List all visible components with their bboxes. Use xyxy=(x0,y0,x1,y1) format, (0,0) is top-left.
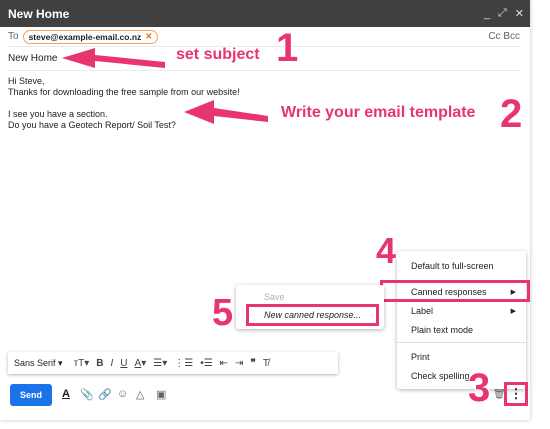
fullscreen-icon[interactable]: ⤢ xyxy=(498,7,507,20)
send-button[interactable]: Send xyxy=(10,384,52,406)
close-icon[interactable]: ✕ xyxy=(515,7,524,20)
annotation-step-4: 4 xyxy=(376,230,397,271)
photo-icon[interactable]: ▣ xyxy=(156,388,166,401)
new-canned-response-highlight xyxy=(246,304,379,326)
menu-item-plain-text[interactable]: Plain text mode xyxy=(397,321,526,339)
window-controls: _ ⤢ ✕ xyxy=(484,0,524,27)
more-options-button[interactable]: ⋮ xyxy=(504,382,528,406)
gmail-compose-tutorial: New Home _ ⤢ ✕ To steve@example-email.co… xyxy=(0,0,550,429)
menu-item-label-text: Label xyxy=(411,306,434,316)
annotation-step-3: 3 xyxy=(468,366,491,410)
font-name: Sans Serif xyxy=(14,357,56,368)
submenu-arrow-icon: ▶ xyxy=(510,308,516,315)
remove-formatting-icon[interactable]: T̸ xyxy=(263,358,269,369)
quote-icon[interactable]: ❞ xyxy=(250,358,255,369)
indent-more-icon[interactable]: ⇥ xyxy=(235,358,243,369)
emoji-icon[interactable]: ☺ xyxy=(117,388,128,400)
bulleted-list-icon[interactable]: •☰ xyxy=(200,358,212,369)
to-field[interactable]: To steve@example-email.co.nz ✕ Cc Bcc xyxy=(8,27,520,47)
italic-icon[interactable]: I xyxy=(111,358,114,369)
compose-title: New Home xyxy=(8,6,70,21)
font-select[interactable]: Sans Serif ▾ xyxy=(14,358,63,369)
recipient-email: steve@example-email.co.nz xyxy=(28,31,142,42)
link-icon[interactable]: 🔗 xyxy=(98,388,112,401)
align-icon[interactable]: ☰▾ xyxy=(153,358,167,369)
drive-icon[interactable]: △ xyxy=(136,388,144,401)
body-line xyxy=(8,98,240,109)
text-size-icon[interactable]: ᴛT▾ xyxy=(74,358,90,369)
indent-less-icon[interactable]: ⇤ xyxy=(220,358,228,369)
to-label: To xyxy=(8,31,19,42)
formatting-options-icon[interactable]: A xyxy=(62,388,70,400)
annotation-step-1: 1 xyxy=(276,26,299,70)
minimize-icon[interactable]: _ xyxy=(484,8,490,20)
body-line: I see you have a section. xyxy=(8,109,108,119)
menu-item-label[interactable]: Label ▶ xyxy=(397,302,526,320)
underline-icon[interactable]: U xyxy=(120,358,127,369)
annotation-set-subject: set subject xyxy=(176,46,260,63)
compose-titlebar: New Home _ ⤢ ✕ xyxy=(0,0,530,27)
menu-item-fullscreen[interactable]: Default to full-screen xyxy=(397,257,526,275)
subject-value: New Home xyxy=(8,53,58,64)
canned-responses-highlight xyxy=(380,280,530,302)
subject-field[interactable]: New Home xyxy=(8,47,520,71)
more-options-menu: Default to full-screen Canned responses … xyxy=(397,251,526,389)
body-line: Do you have a Geotech Report/ Soil Test? xyxy=(8,120,176,130)
body-line: Thanks for downloading the free sample f… xyxy=(8,87,240,97)
cc-bcc-link[interactable]: Cc Bcc xyxy=(488,31,520,42)
annotation-write-template: Write your email template xyxy=(281,104,476,121)
formatting-toolbar: Sans Serif ▾ ᴛT▾ B I U A▾ ☰▾ ⋮☰ •☰ ⇤ ⇥ ❞… xyxy=(8,352,338,374)
menu-divider xyxy=(397,342,526,343)
attach-icon[interactable]: 📎 xyxy=(80,388,94,401)
body-line: Hi Steve, xyxy=(8,76,45,86)
annotation-step-5: 5 xyxy=(212,292,234,334)
remove-recipient-icon[interactable]: ✕ xyxy=(145,31,152,42)
bold-icon[interactable]: B xyxy=(96,358,103,369)
numbered-list-icon[interactable]: ⋮☰ xyxy=(174,358,193,369)
menu-item-print[interactable]: Print xyxy=(397,348,526,366)
text-color-icon[interactable]: A▾ xyxy=(135,358,147,369)
annotation-step-2: 2 xyxy=(500,92,523,136)
recipient-chip[interactable]: steve@example-email.co.nz ✕ xyxy=(22,29,159,44)
message-body[interactable]: Hi Steve, Thanks for downloading the fre… xyxy=(8,76,240,131)
